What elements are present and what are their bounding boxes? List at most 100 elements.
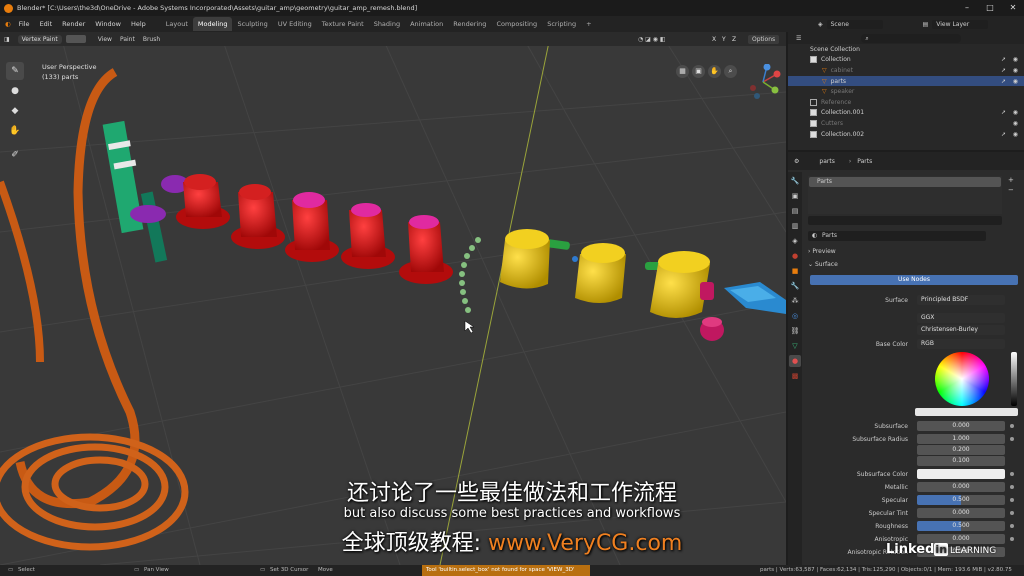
add-slot-button[interactable]: + xyxy=(1008,176,1014,184)
subsurface-radius-y-field[interactable]: 0.200 xyxy=(917,445,1005,455)
distribution-dropdown[interactable]: GGX xyxy=(917,313,1005,323)
outliner-row-reference[interactable]: Reference xyxy=(788,97,1024,108)
maximize-button[interactable]: □ xyxy=(983,2,997,14)
eye-icon[interactable]: ◉ xyxy=(1013,78,1018,85)
smear-icon[interactable]: ✋ xyxy=(6,122,24,140)
metallic-field[interactable]: 0.000 xyxy=(917,482,1005,492)
roughness-slider[interactable]: 0.500 xyxy=(917,521,1005,531)
viewport-gizmo-icon[interactable]: ◔ ◪ ◉ ◧ xyxy=(638,36,666,43)
eye-icon[interactable]: ◉ xyxy=(1013,120,1018,127)
subsurface-radius-z-field[interactable]: 0.100 xyxy=(917,456,1005,466)
average-icon[interactable]: ◆ xyxy=(6,102,24,120)
surface-section[interactable]: ⌄ Surface xyxy=(808,261,838,268)
properties-editor-icon[interactable]: ⚙ xyxy=(794,158,799,165)
socket-dot-icon[interactable] xyxy=(1010,498,1014,502)
outliner-row-cabinet[interactable]: ▽ cabinet ➚ ◉ xyxy=(788,65,1024,76)
outliner-search-icon[interactable]: ⌕ xyxy=(861,33,962,43)
base-color-swatch[interactable] xyxy=(915,408,1018,416)
eye-icon[interactable]: ◉ xyxy=(1013,131,1018,138)
physics-tab-icon[interactable]: ◎ xyxy=(789,310,801,322)
specular-slider[interactable]: 0.500 xyxy=(917,495,1005,505)
editor-type-icon[interactable]: ◨ xyxy=(0,36,14,43)
subsurface-method-dropdown[interactable]: Christensen-Burley xyxy=(917,325,1005,335)
remove-slot-button[interactable]: − xyxy=(1008,186,1014,194)
socket-dot-icon[interactable] xyxy=(1010,511,1014,515)
material-name-field[interactable]: Parts xyxy=(808,231,986,241)
modifier-tab-icon[interactable]: 🔧 xyxy=(789,280,801,292)
zoom-icon[interactable]: ▣ xyxy=(692,65,705,78)
mode-dropdown[interactable]: Vertex Paint xyxy=(17,34,62,44)
world-tab-icon[interactable]: ● xyxy=(789,250,801,262)
socket-dot-icon[interactable] xyxy=(1010,537,1014,541)
pan-hand-icon[interactable]: ✋ xyxy=(708,65,721,78)
view-layer-field[interactable]: View Layer xyxy=(932,19,989,29)
material-slot-list[interactable]: Parts xyxy=(808,176,1002,214)
scene-tab-icon[interactable]: ◈ xyxy=(789,235,801,247)
select-arrow-icon[interactable]: ➚ xyxy=(1001,109,1006,116)
outliner-row-collection[interactable]: Collection ➚ ◉ xyxy=(788,55,1024,66)
blur-icon[interactable]: ● xyxy=(6,82,24,100)
3d-viewport[interactable]: ◨ Vertex Paint View Paint Brush ◔ ◪ ◉ ◧ … xyxy=(0,32,786,565)
subsurface-radius-x-field[interactable]: 1.000 xyxy=(917,434,1005,444)
add-workspace-button[interactable]: + xyxy=(581,17,596,31)
close-button[interactable]: ✕ xyxy=(1006,2,1020,14)
tab-texture-paint[interactable]: Texture Paint xyxy=(317,17,369,31)
toggle-camera-icon[interactable]: ▦ xyxy=(676,65,689,78)
outliner-row-cutters[interactable]: Cutters ◉ xyxy=(788,118,1024,129)
output-tab-icon[interactable]: ▤ xyxy=(789,205,801,217)
axis-y-toggle[interactable]: Y xyxy=(722,36,726,43)
socket-dot-icon[interactable] xyxy=(1010,424,1014,428)
tab-modeling[interactable]: Modeling xyxy=(192,17,233,31)
color-wheel[interactable] xyxy=(935,352,989,406)
tab-layout[interactable]: Layout xyxy=(161,17,193,31)
surface-shader-dropdown[interactable]: Principled BSDF xyxy=(917,295,1005,305)
socket-dot-icon[interactable] xyxy=(1010,485,1014,489)
menu-paint[interactable]: Paint xyxy=(116,36,139,43)
tab-sculpting[interactable]: Sculpting xyxy=(232,17,272,31)
blender-menu-icon[interactable]: ◐ xyxy=(0,20,14,28)
menu-brush[interactable]: Brush xyxy=(139,36,164,43)
menu-view[interactable]: View xyxy=(94,36,116,43)
eye-icon[interactable]: ◉ xyxy=(1013,109,1018,116)
outliner-scene-collection[interactable]: Scene Collection xyxy=(788,44,1024,55)
select-arrow-icon[interactable]: ➚ xyxy=(1001,78,1006,85)
render-tab-icon[interactable]: ▣ xyxy=(789,190,801,202)
use-nodes-button[interactable]: Use Nodes xyxy=(810,275,1018,285)
axis-x-toggle[interactable]: X xyxy=(712,36,716,43)
eye-icon[interactable]: ◉ xyxy=(1013,56,1018,63)
outliner-editor-icon[interactable]: ☰ xyxy=(796,35,801,42)
preview-section[interactable]: › Preview xyxy=(808,248,836,255)
outliner-row-collection-002[interactable]: Collection.002 ➚ ◉ xyxy=(788,129,1024,140)
brush-preview-icon[interactable] xyxy=(65,35,86,43)
tab-animation[interactable]: Animation xyxy=(405,17,448,31)
socket-dot-icon[interactable] xyxy=(1010,437,1014,441)
select-arrow-icon[interactable]: ➚ xyxy=(1001,131,1006,138)
material-tab-icon[interactable]: ● xyxy=(789,355,801,367)
eye-icon[interactable]: ◉ xyxy=(1013,67,1018,74)
tool-tab-icon[interactable]: 🔧 xyxy=(789,175,801,187)
menu-help[interactable]: Help xyxy=(126,20,151,28)
tab-rendering[interactable]: Rendering xyxy=(448,17,491,31)
outliner-row-speaker[interactable]: ▽ speaker xyxy=(788,86,1024,97)
subsurface-color-swatch[interactable] xyxy=(917,469,1005,479)
particles-tab-icon[interactable]: ⁂ xyxy=(789,295,801,307)
texture-tab-icon[interactable]: ▩ xyxy=(789,370,801,382)
menu-render[interactable]: Render xyxy=(57,20,90,28)
minimize-button[interactable]: – xyxy=(960,2,974,14)
tab-compositing[interactable]: Compositing xyxy=(491,17,542,31)
color-mode-dropdown[interactable]: RGB xyxy=(917,339,1005,349)
zoom-magnifier-icon[interactable]: ⌕ xyxy=(724,65,737,78)
outliner-row-parts[interactable]: ▽ parts ➚ ◉ xyxy=(788,75,1024,87)
subsurface-field[interactable]: 0.000 xyxy=(917,421,1005,431)
select-arrow-icon[interactable]: ➚ xyxy=(1001,67,1006,74)
material-slot-item[interactable]: Parts xyxy=(809,177,1001,187)
annotate-icon[interactable]: ✐ xyxy=(6,146,24,164)
draw-brush-icon[interactable]: ✎ xyxy=(6,62,24,80)
socket-dot-icon[interactable] xyxy=(1010,472,1014,476)
select-arrow-icon[interactable]: ➚ xyxy=(1001,56,1006,63)
tab-uv-editing[interactable]: UV Editing xyxy=(273,17,317,31)
object-tab-icon[interactable]: ■ xyxy=(789,265,801,277)
axis-z-toggle[interactable]: Z xyxy=(732,36,736,43)
tab-shading[interactable]: Shading xyxy=(369,17,405,31)
menu-file[interactable]: File xyxy=(14,20,35,28)
